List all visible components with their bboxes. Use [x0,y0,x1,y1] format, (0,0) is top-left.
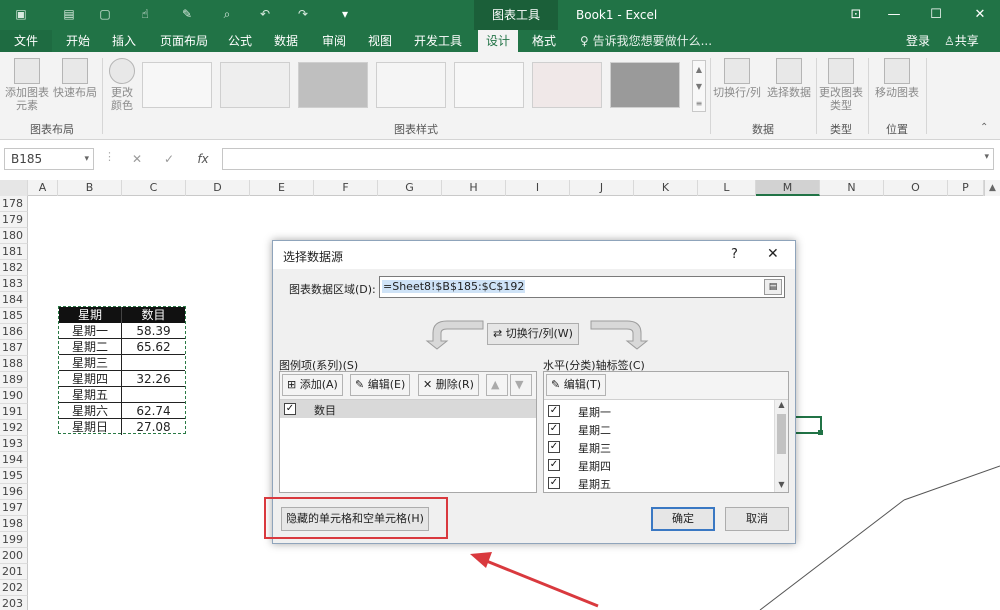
annotation-arrow-icon [470,552,599,608]
